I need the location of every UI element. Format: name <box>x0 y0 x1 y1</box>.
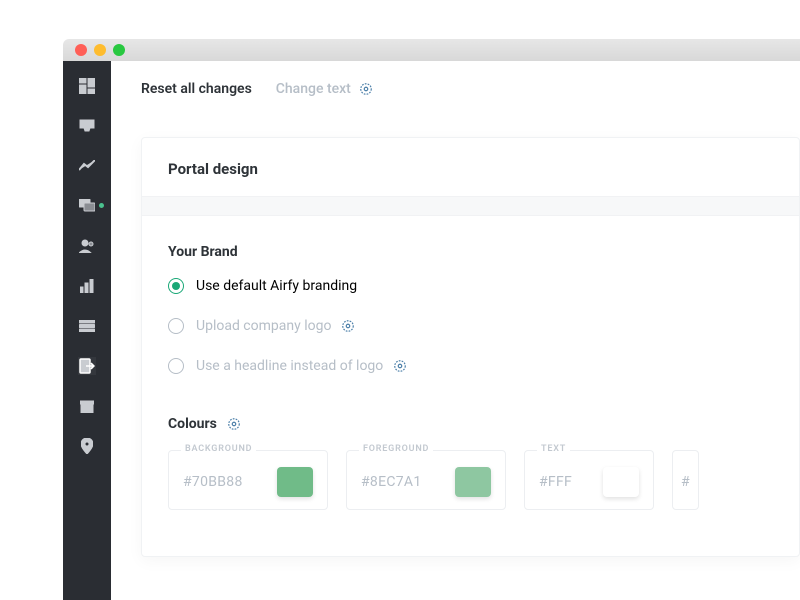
sidebar-chat-icon[interactable] <box>78 197 96 215</box>
gear-icon <box>227 417 241 431</box>
colour-field-foreground[interactable]: FOREGROUND #8EC7A1 <box>346 450 506 510</box>
sidebar-portal-icon[interactable] <box>78 357 96 375</box>
radio-label: Use default Airfy branding <box>196 278 357 294</box>
colour-swatch[interactable] <box>603 467 639 497</box>
reset-all-link[interactable]: Reset all changes <box>141 81 252 97</box>
radio-icon <box>168 318 184 334</box>
colour-field-background[interactable]: BACKGROUND #70BB88 <box>168 450 328 510</box>
radio-label: Upload company logo <box>196 318 355 334</box>
window-titlebar <box>63 39 800 61</box>
field-value: #70BB88 <box>183 474 243 490</box>
colour-swatch[interactable] <box>277 467 313 497</box>
window-close-button[interactable] <box>75 44 87 56</box>
card-title: Portal design <box>142 138 799 196</box>
window-zoom-button[interactable] <box>113 44 125 56</box>
colour-swatch[interactable] <box>455 467 491 497</box>
sidebar-server-icon[interactable] <box>78 317 96 335</box>
radio-icon <box>168 358 184 374</box>
field-value: #FFF <box>539 474 572 490</box>
brand-option-upload[interactable]: Upload company logo <box>168 318 773 334</box>
sidebar-dashboard-icon[interactable] <box>78 77 96 95</box>
sidebar-location-icon[interactable] <box>78 437 96 455</box>
radio-label: Use a headline instead of logo <box>196 358 407 374</box>
field-label: TEXT <box>537 444 570 454</box>
sidebar <box>63 61 111 600</box>
change-text-label: Change text <box>276 81 351 97</box>
change-text-link[interactable]: Change text <box>276 81 373 97</box>
gear-icon <box>359 82 373 96</box>
field-value: #8EC7A1 <box>361 474 422 490</box>
card-divider <box>142 196 799 216</box>
gear-icon <box>341 319 355 333</box>
colour-field-extra[interactable]: # <box>672 450 699 510</box>
sidebar-bars-icon[interactable] <box>78 277 96 295</box>
brand-option-headline[interactable]: Use a headline instead of logo <box>168 358 773 374</box>
sidebar-users-icon[interactable] <box>78 237 96 255</box>
sidebar-archive-icon[interactable] <box>78 397 96 415</box>
radio-icon <box>168 278 184 294</box>
colours-row: BACKGROUND #70BB88 FOREGROUND #8EC7A1 TE… <box>168 450 773 510</box>
brand-option-default[interactable]: Use default Airfy branding <box>168 278 773 294</box>
brand-section: Your Brand Use default Airfy branding Up… <box>142 216 799 410</box>
field-label: BACKGROUND <box>181 444 256 454</box>
colour-field-text[interactable]: TEXT #FFF <box>524 450 654 510</box>
field-label: FOREGROUND <box>359 444 433 454</box>
gear-icon <box>393 359 407 373</box>
portal-design-card: Portal design Your Brand Use default Air… <box>141 137 800 557</box>
colours-section-title: Colours <box>168 416 773 432</box>
sidebar-analytics-icon[interactable] <box>78 157 96 175</box>
window-minimize-button[interactable] <box>94 44 106 56</box>
field-value: # <box>681 474 690 490</box>
toolbar: Reset all changes Change text <box>111 61 800 117</box>
brand-section-title: Your Brand <box>168 244 773 260</box>
main-content: Reset all changes Change text Portal des… <box>111 61 800 600</box>
colours-section: Colours BACKGROUND #70BB88 FOREGROUND <box>142 410 799 522</box>
notification-dot-icon <box>99 203 104 208</box>
sidebar-inbox-icon[interactable] <box>78 117 96 135</box>
